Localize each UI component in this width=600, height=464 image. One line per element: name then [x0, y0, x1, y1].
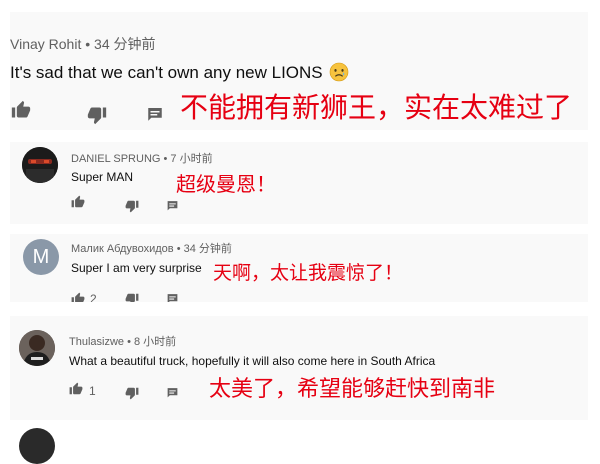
comment-3-text: Super I am very surprise [71, 261, 202, 275]
avatar[interactable] [19, 428, 55, 464]
comment-4-text: What a beautiful truck, hopefully it wil… [69, 354, 436, 368]
comment-1-text: It's sad that we can't own any new LIONS [10, 62, 349, 83]
reply-icon[interactable] [166, 199, 179, 212]
like-count: 2 [90, 292, 97, 302]
thumbs-down-icon[interactable] [125, 386, 139, 400]
reply-icon[interactable] [166, 292, 179, 302]
comment-2-author[interactable]: DANIEL SPRUNG • 7 小时前 [71, 150, 213, 166]
comment-3-author[interactable]: Малик Абдувохидов • 34 分钟前 [71, 240, 232, 256]
thumbs-down-icon[interactable] [125, 292, 139, 302]
thumbs-down-icon[interactable] [125, 199, 139, 213]
comment-card-1: Vinay Rohit • 34 分钟前 It's sad that we ca… [10, 12, 588, 130]
comment-1-author[interactable]: Vinay Rohit • 34 分钟前 [10, 34, 156, 54]
comment-4-translation: 太美了，希望能够赶快到南非 [209, 377, 496, 402]
avatar[interactable]: M [23, 239, 59, 275]
avatar-letter: M [32, 246, 50, 268]
comment-1-translation: 不能拥有新狮王，实在太难过了 [180, 91, 573, 124]
thumbs-down-icon[interactable] [87, 105, 107, 125]
comment-4-author[interactable]: Thulasizwe • 8 小时前 [69, 333, 176, 349]
comment-card-3: M Малик Абдувохидов • 34 分钟前 Super I am … [10, 234, 588, 302]
reply-icon[interactable] [146, 105, 164, 123]
thumbs-up-icon[interactable] [71, 195, 85, 209]
avatar-photo-icon [19, 330, 55, 366]
comment-card-2: DANIEL SPRUNG • 7 小时前 Super MAN 超级曼恩！ [10, 142, 588, 224]
comment-2-text: Super MAN [71, 170, 134, 184]
like-count: 1 [89, 384, 96, 398]
avatar[interactable] [19, 330, 55, 366]
comment-3-translation: 天啊，太让我震惊了！ [213, 262, 404, 284]
comment-2-translation: 超级曼恩！ [176, 172, 276, 196]
reply-icon[interactable] [166, 386, 179, 399]
avatar-photo-icon [22, 147, 58, 183]
avatar[interactable] [22, 147, 58, 183]
thumbs-up-icon[interactable] [69, 382, 83, 396]
thumbs-up-icon[interactable] [71, 292, 85, 302]
thumbs-up-icon[interactable] [11, 100, 31, 120]
comment-card-4: Thulasizwe • 8 小时前 What a beautiful truc… [10, 316, 588, 420]
sad-face-emoji-icon [330, 62, 349, 82]
